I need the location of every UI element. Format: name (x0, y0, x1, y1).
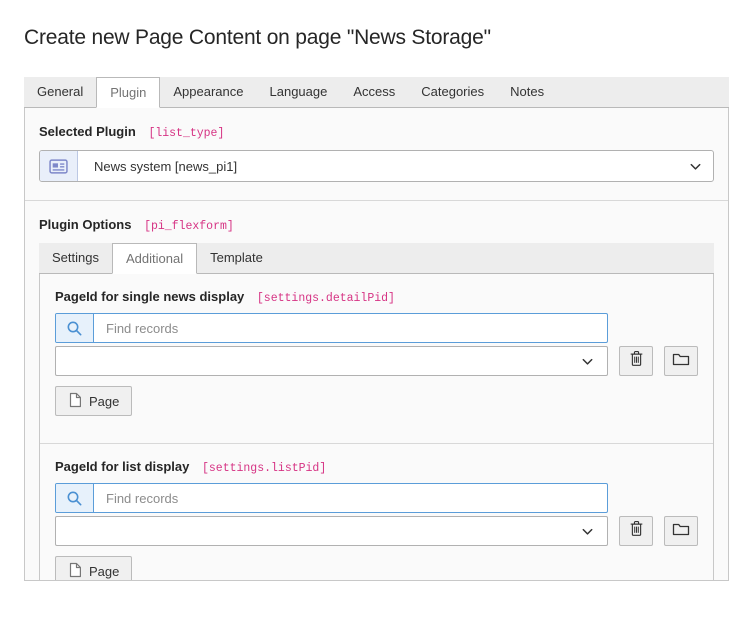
detail-pid-label-row: PageId for single news display [settings… (55, 289, 698, 305)
detail-pid-row (55, 346, 698, 376)
selected-plugin-section: Selected Plugin [list_type] News system … (25, 108, 728, 200)
detail-pid-search-group (55, 313, 608, 343)
list-pid-section: PageId for list display [settings.listPi… (40, 443, 713, 581)
folder-icon (672, 522, 690, 541)
plugin-options-field-key: [pi_flexform] (144, 220, 234, 233)
content-form: General Plugin Appearance Language Acces… (24, 77, 729, 581)
list-pid-select[interactable] (55, 516, 608, 546)
trash-icon (629, 350, 644, 372)
remove-selected-button[interactable] (619, 516, 653, 546)
newspaper-icon (40, 151, 78, 181)
tab-plugin[interactable]: Plugin (96, 77, 160, 108)
page-button-label: Page (89, 564, 119, 579)
chevron-down-icon (567, 524, 607, 539)
chevron-down-icon (677, 151, 713, 181)
tab-template[interactable]: Template (197, 243, 276, 273)
tab-settings[interactable]: Settings (39, 243, 112, 273)
tab-notes[interactable]: Notes (497, 77, 557, 107)
list-pid-page-button[interactable]: Page (55, 556, 132, 581)
selected-plugin-label: Selected Plugin (39, 124, 136, 139)
chevron-down-icon (567, 354, 607, 369)
page-button-label: Page (89, 394, 119, 409)
list-pid-label-row: PageId for list display [settings.listPi… (55, 459, 698, 475)
plugin-options-section: Plugin Options [pi_flexform] Settings Ad… (25, 200, 728, 581)
tab-appearance[interactable]: Appearance (160, 77, 256, 107)
tab-language[interactable]: Language (257, 77, 341, 107)
search-icon (56, 314, 94, 342)
selected-plugin-label-row: Selected Plugin [list_type] (39, 124, 714, 140)
list-pid-row (55, 516, 698, 546)
plugin-options-tab-bar: Settings Additional Template (39, 243, 714, 274)
additional-tab-panel: PageId for single news display [settings… (39, 274, 714, 581)
tab-access[interactable]: Access (340, 77, 408, 107)
list-pid-label: PageId for list display (55, 459, 189, 474)
folder-icon (672, 352, 690, 371)
browse-folder-button[interactable] (664, 346, 698, 376)
selected-plugin-select[interactable]: News system [news_pi1] (39, 150, 714, 182)
plugin-options-label: Plugin Options (39, 217, 131, 232)
plugin-options-label-row: Plugin Options [pi_flexform] (39, 217, 714, 233)
tab-categories[interactable]: Categories (408, 77, 497, 107)
remove-selected-button[interactable] (619, 346, 653, 376)
selected-plugin-value: News system [news_pi1] (78, 151, 677, 181)
main-tab-bar: General Plugin Appearance Language Acces… (24, 77, 729, 108)
selected-plugin-field-key: [list_type] (148, 127, 224, 140)
list-pid-search-group (55, 483, 608, 513)
page-icon (68, 562, 89, 581)
detail-pid-page-button[interactable]: Page (55, 386, 132, 416)
detail-pid-section: PageId for single news display [settings… (40, 274, 713, 443)
trash-icon (629, 520, 644, 542)
page-title: Create new Page Content on page "News St… (24, 26, 729, 50)
tab-general[interactable]: General (24, 77, 96, 107)
browse-folder-button[interactable] (664, 516, 698, 546)
list-pid-field-key: [settings.listPid] (202, 462, 326, 475)
detail-pid-search-input[interactable] (94, 314, 607, 342)
detail-pid-select[interactable] (55, 346, 608, 376)
plugin-tab-panel: Selected Plugin [list_type] News system … (24, 108, 729, 581)
detail-pid-label: PageId for single news display (55, 289, 244, 304)
detail-pid-field-key: [settings.detailPid] (257, 292, 395, 305)
tab-additional[interactable]: Additional (112, 243, 197, 274)
search-icon (56, 484, 94, 512)
list-pid-search-input[interactable] (94, 484, 607, 512)
page-icon (68, 392, 89, 411)
